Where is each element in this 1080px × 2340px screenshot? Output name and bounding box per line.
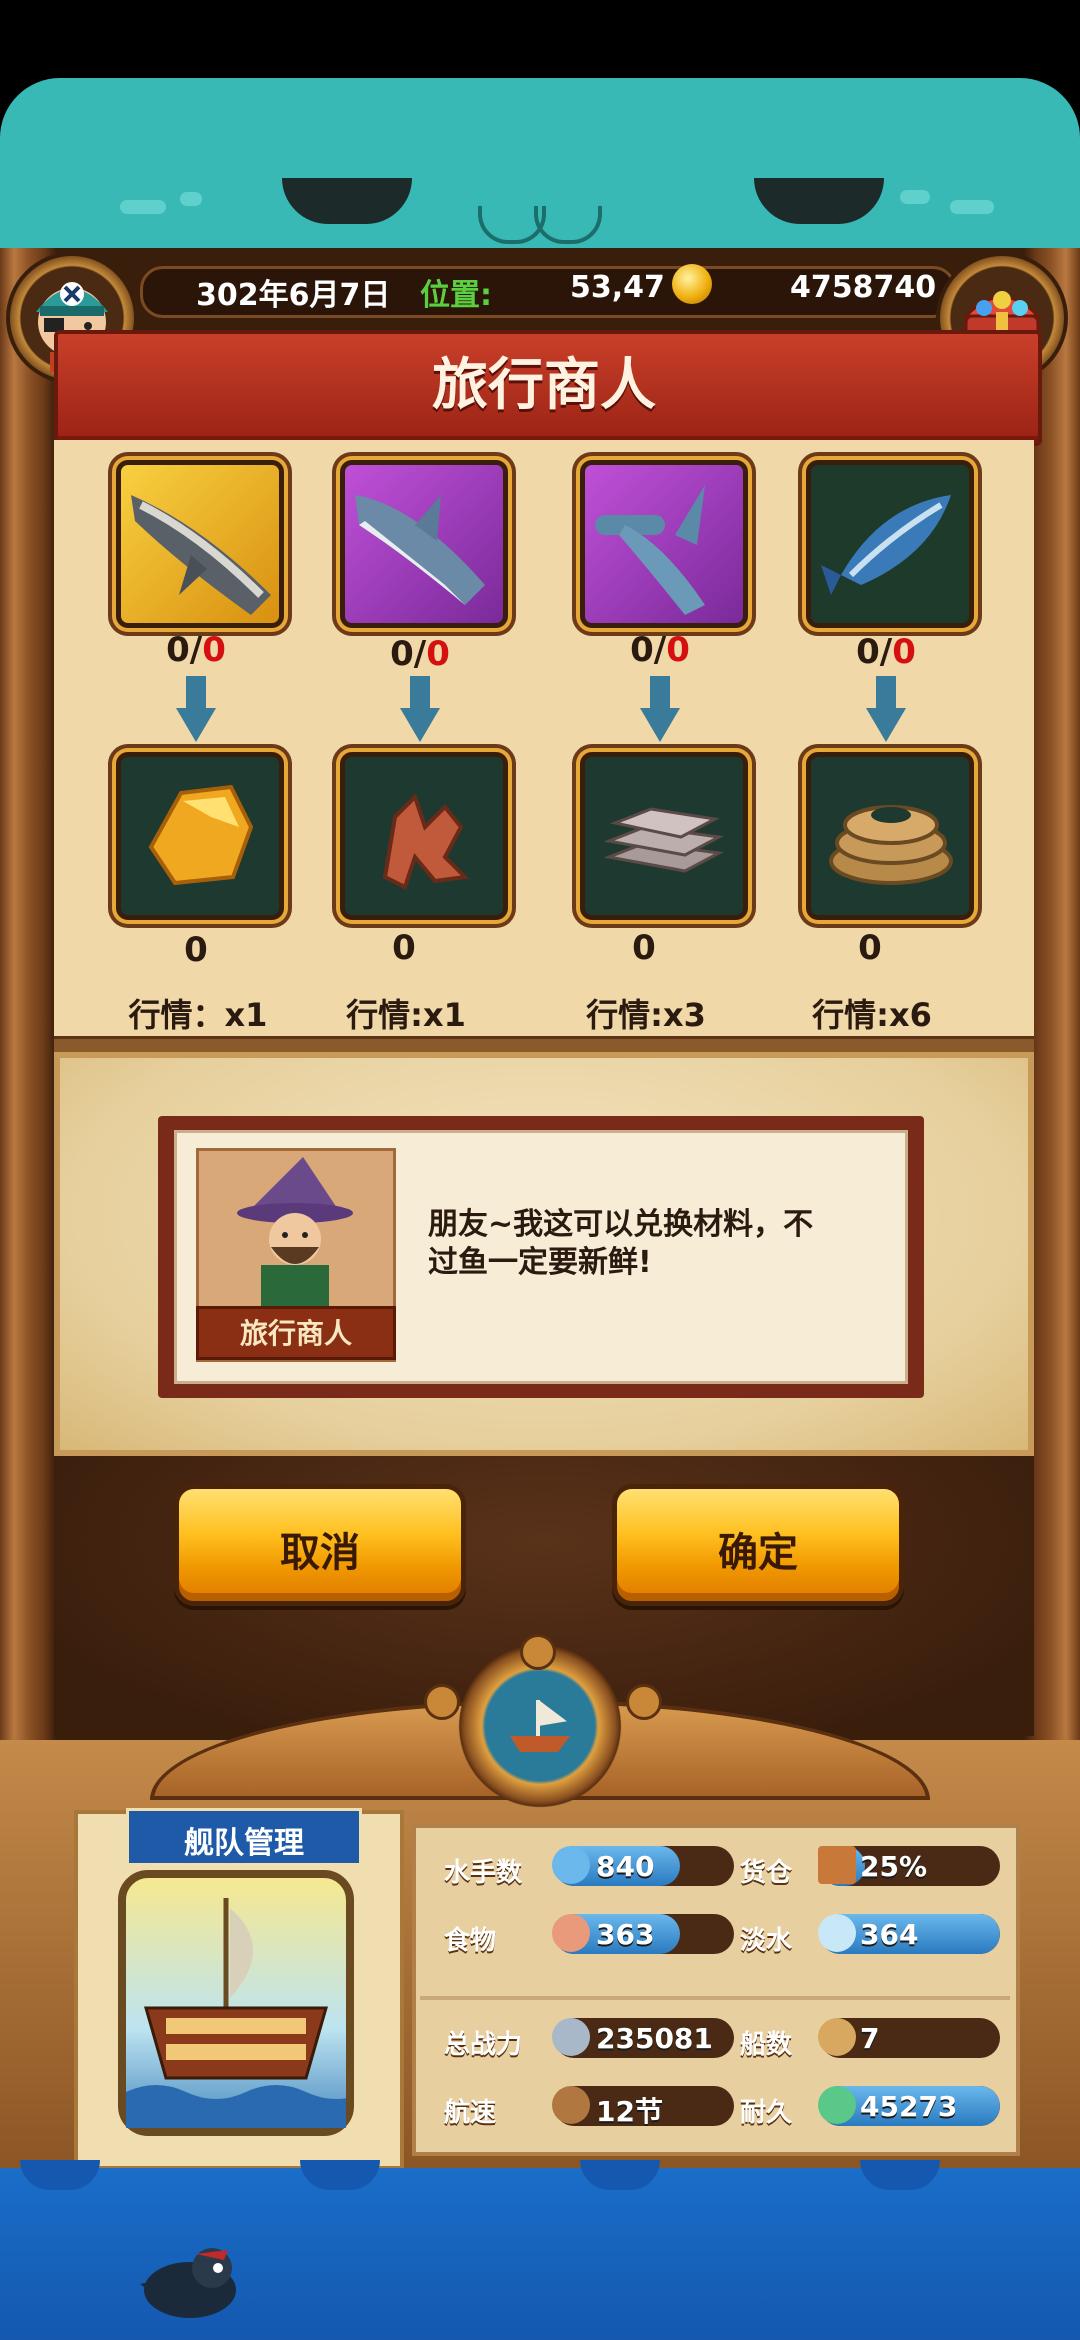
helm-knob bbox=[424, 1684, 460, 1720]
fish-count-1: 0/0 bbox=[166, 630, 226, 670]
water-jug-icon bbox=[818, 1914, 856, 1952]
material-amount-4: 0 bbox=[858, 928, 882, 968]
stat-label-sailors: 水手数 bbox=[444, 1858, 523, 1888]
material-slot-1[interactable] bbox=[116, 752, 284, 920]
stat-value-durability: 45273 bbox=[860, 2090, 958, 2123]
fish-slot-4[interactable] bbox=[806, 460, 974, 628]
shark-icon bbox=[355, 495, 485, 605]
stat-value-food: 363 bbox=[596, 1918, 655, 1951]
tuna-icon bbox=[821, 495, 951, 595]
crossed-swords-icon bbox=[552, 2018, 590, 2056]
fleet-ship-button[interactable] bbox=[118, 1870, 366, 2136]
stat-label-power: 总战力 bbox=[444, 2030, 523, 2060]
confirm-button-label: 确定 bbox=[718, 1530, 798, 1576]
merchant-npc-icon bbox=[237, 1157, 353, 1307]
down-arrow-icon bbox=[866, 676, 906, 742]
dialog-line-2: 过鱼一定要新鲜! bbox=[428, 1245, 652, 1280]
top-letterbox bbox=[0, 0, 1080, 80]
sailor-icon bbox=[552, 1846, 590, 1884]
dialog-line-1: 朋友~我这可以兑换材料，不 bbox=[428, 1207, 814, 1242]
stat-value-speed: 12节 bbox=[596, 2095, 663, 2128]
pirate-mascot-icon bbox=[140, 2248, 236, 2318]
position-value: 53,47 bbox=[570, 270, 665, 305]
coral-icon bbox=[382, 793, 470, 890]
cargo-crate-icon bbox=[818, 1846, 856, 1884]
stat-label-speed: 航速 bbox=[444, 2098, 497, 2128]
material-slot-2[interactable] bbox=[340, 752, 508, 920]
gold-coin-icon bbox=[672, 264, 712, 304]
durability-ship-icon bbox=[818, 2086, 856, 2124]
gold-amount: 4758740 bbox=[790, 270, 937, 305]
banner-decoration bbox=[180, 192, 202, 206]
fish-count-3: 0/0 bbox=[630, 630, 690, 670]
fish-count-2: 0/0 bbox=[390, 634, 450, 674]
helm-knob bbox=[520, 1634, 556, 1670]
down-arrow-icon bbox=[640, 676, 680, 742]
stats-divider bbox=[420, 1996, 1010, 2000]
stat-label-water: 淡水 bbox=[740, 1926, 793, 1956]
page-title: 旅行商人 bbox=[432, 353, 656, 418]
rope-icon bbox=[829, 805, 953, 885]
npc-name: 旅行商人 bbox=[239, 1317, 352, 1350]
sail-ship-icon bbox=[552, 2086, 590, 2124]
hammerhead-shark-icon bbox=[595, 485, 705, 615]
gold-nugget-icon bbox=[148, 784, 254, 886]
fleet-management-label: 舰队管理 bbox=[184, 1826, 304, 1861]
stat-value-water: 364 bbox=[860, 1918, 919, 1951]
market-rate-1: 行情：x1 bbox=[128, 996, 268, 1034]
stat-label-cargo: 货仓 bbox=[740, 1858, 793, 1888]
fish-count-4: 0/0 bbox=[856, 632, 916, 672]
helm-knob bbox=[626, 1684, 662, 1720]
material-amount-3: 0 bbox=[632, 928, 656, 968]
market-rate-2: 行情:x1 bbox=[346, 996, 466, 1034]
stat-value-ships: 7 bbox=[860, 2022, 880, 2055]
date-text: 302年6月7日 bbox=[196, 278, 391, 313]
whale-icon bbox=[131, 495, 271, 615]
banner-decoration bbox=[900, 190, 930, 204]
stat-label-ships: 船数 bbox=[740, 2030, 793, 2060]
stat-label-durability: 耐久 bbox=[740, 2098, 793, 2128]
banner-decoration bbox=[120, 200, 166, 214]
fish-slot-1[interactable] bbox=[116, 460, 284, 628]
material-amount-1: 0 bbox=[184, 930, 208, 970]
stat-value-sailors: 840 bbox=[596, 1850, 655, 1883]
material-amount-2: 0 bbox=[392, 928, 416, 968]
cancel-button-label: 取消 bbox=[280, 1530, 360, 1576]
material-slot-3[interactable] bbox=[580, 752, 748, 920]
fish-slot-3[interactable] bbox=[580, 460, 748, 628]
fish-slot-2[interactable] bbox=[340, 460, 508, 628]
iron-ingot-icon bbox=[603, 807, 724, 873]
galleon-ship-icon bbox=[126, 1898, 366, 2128]
down-arrow-icon bbox=[400, 676, 440, 742]
material-slot-4[interactable] bbox=[806, 752, 974, 920]
market-rate-3: 行情:x3 bbox=[586, 996, 706, 1034]
banner-decoration bbox=[950, 200, 994, 214]
meat-icon bbox=[552, 1914, 590, 1952]
dialog-text: 朋友~我这可以兑换材料，不 过鱼一定要新鲜! bbox=[428, 1206, 888, 1282]
market-rate-4: 行情:x6 bbox=[812, 996, 932, 1034]
stat-label-food: 食物 bbox=[444, 1926, 497, 1956]
position-label: 位置: bbox=[420, 278, 492, 313]
stat-value-power: 235081 bbox=[596, 2022, 713, 2055]
ship-count-icon bbox=[818, 2018, 856, 2056]
down-arrow-icon bbox=[176, 676, 216, 742]
stat-value-cargo: 25% bbox=[860, 1850, 928, 1883]
